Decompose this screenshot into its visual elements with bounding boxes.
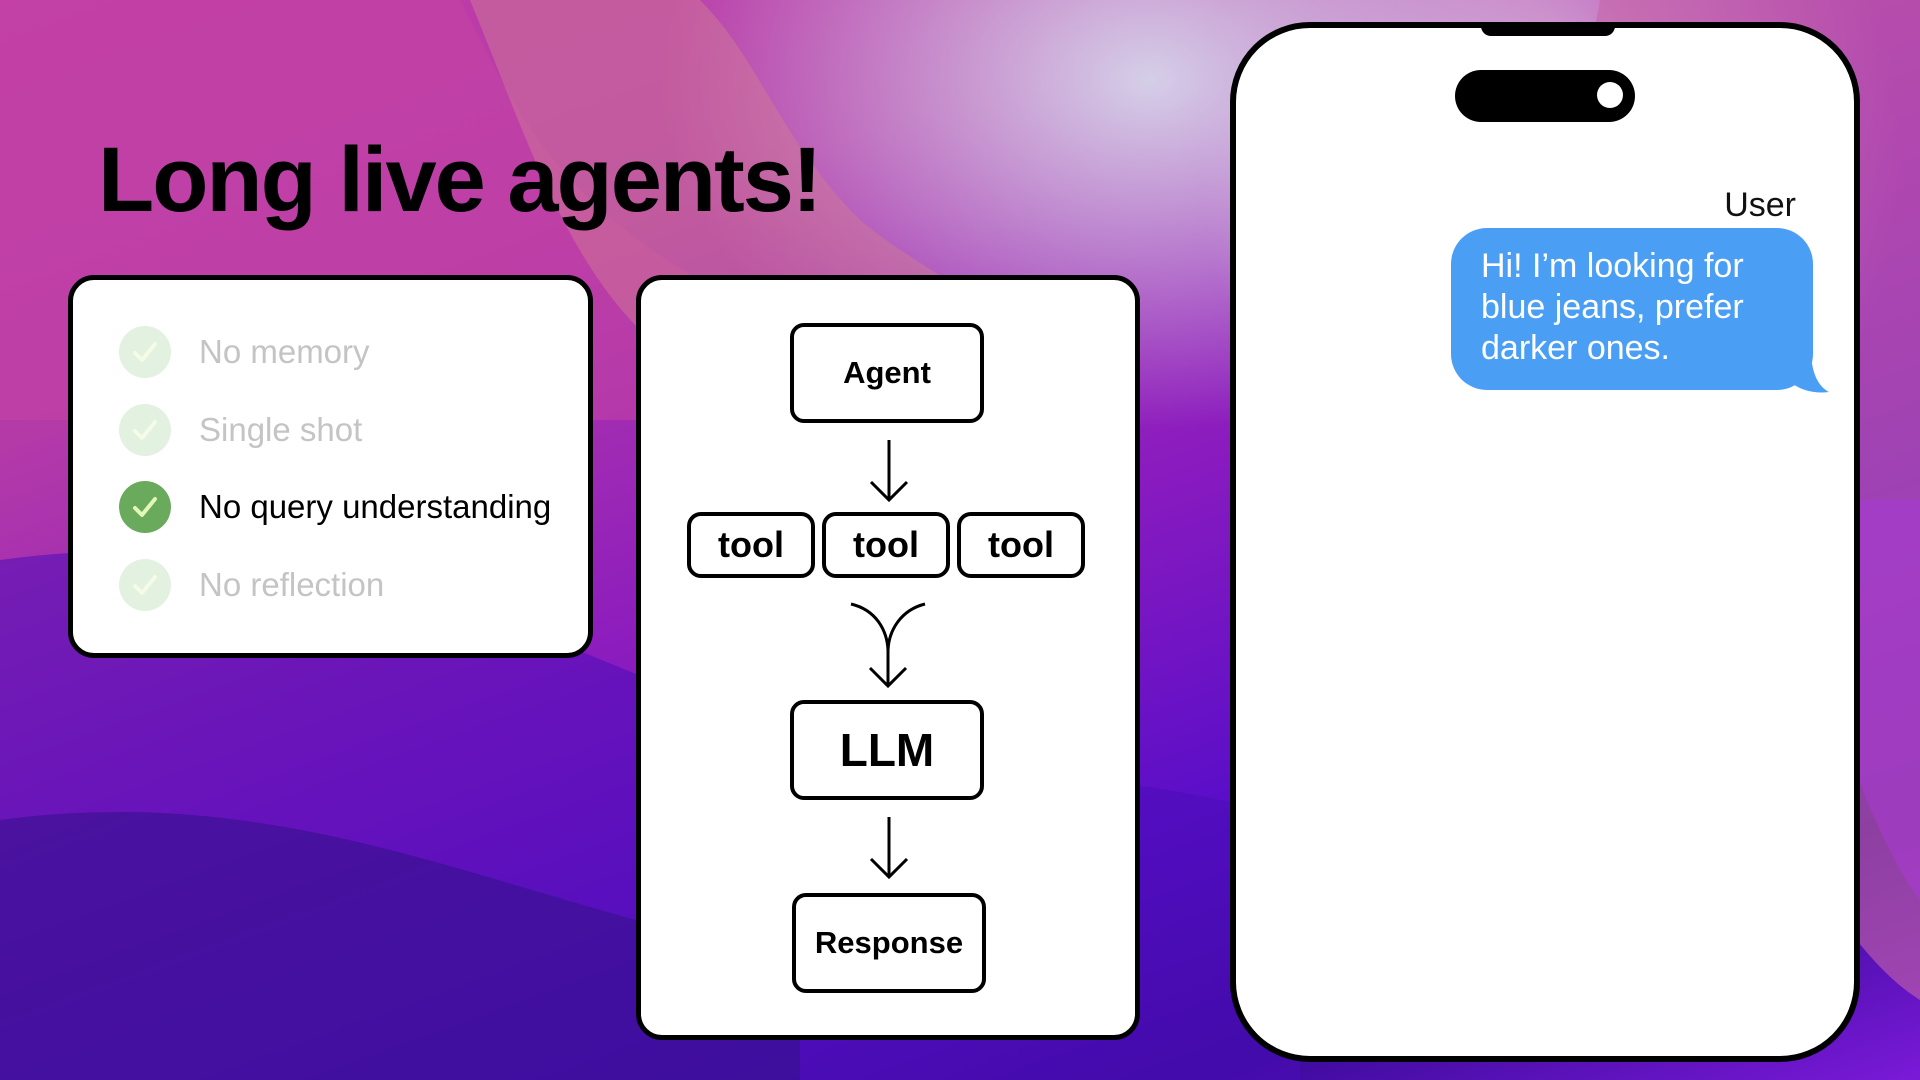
list-item-label: Single shot: [199, 411, 363, 448]
tool-node: tool: [822, 512, 950, 578]
check-icon: [119, 404, 171, 456]
response-node: Response: [792, 893, 986, 993]
tool-node: tool: [957, 512, 1085, 578]
check-icon: [119, 559, 171, 611]
list-item-no-memory: No memory: [119, 325, 370, 379]
message-bubble: Hi! I’m looking for blue jeans, prefer d…: [1451, 228, 1813, 390]
arrow-down-icon: [869, 440, 909, 503]
phone-notch: [1481, 22, 1615, 36]
agent-node: Agent: [790, 323, 984, 423]
limitations-card: No memory Single shot No query understan…: [68, 275, 593, 658]
list-item-no-reflection: No reflection: [119, 558, 384, 612]
list-item-label: No memory: [199, 333, 370, 370]
llm-node: LLM: [790, 700, 984, 800]
list-item-label: No reflection: [199, 566, 385, 603]
arrow-down-icon: [869, 817, 909, 880]
camera-icon: [1597, 82, 1623, 108]
list-item-label: No query understanding: [199, 488, 552, 525]
dynamic-island: [1455, 70, 1635, 122]
merge-arrow-icon: [850, 602, 926, 689]
check-icon: [119, 326, 171, 378]
tool-node: tool: [687, 512, 815, 578]
agent-flow-diagram: Agent tool tool tool LLM Response: [636, 275, 1140, 1040]
sender-label: User: [1724, 186, 1796, 224]
list-item-no-query-understanding: No query understanding: [119, 480, 551, 534]
bubble-tail-icon: [1789, 350, 1829, 393]
slide-title: Long live agents!: [98, 129, 823, 231]
list-item-single-shot: Single shot: [119, 403, 362, 457]
phone-mockup: User Hi! I’m looking for blue jeans, pre…: [1230, 22, 1860, 1062]
check-icon: [119, 481, 171, 533]
